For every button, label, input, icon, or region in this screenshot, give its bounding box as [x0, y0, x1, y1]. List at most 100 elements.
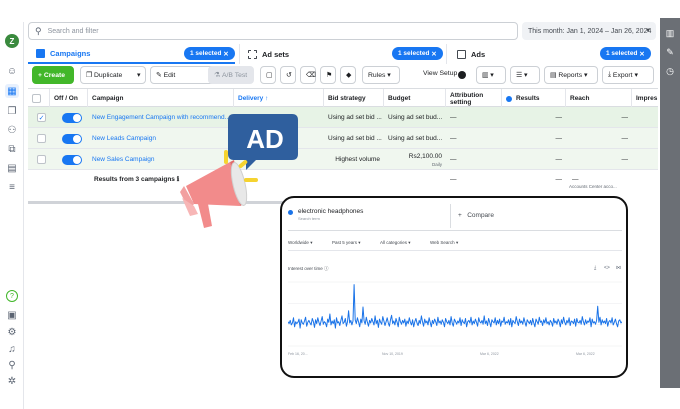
bell-icon[interactable]: ♫	[5, 342, 19, 356]
filter-time[interactable]: Past 5 years ▾	[332, 240, 361, 246]
stack-icon[interactable]: ⧉	[5, 142, 19, 156]
rules-button[interactable]: Rules ▾	[362, 66, 400, 84]
row-select-cell[interactable]	[33, 128, 50, 149]
ad-icon	[457, 49, 466, 59]
attribution: —	[450, 114, 457, 121]
edit-label: Edit	[163, 71, 176, 79]
help-icon[interactable]: ?	[6, 290, 18, 302]
status-toggle-cell[interactable]	[58, 149, 88, 170]
col-budget[interactable]: Budget	[384, 89, 446, 108]
search-term[interactable]: electronic headphones	[288, 208, 363, 215]
account-avatar[interactable]: Z	[5, 34, 19, 48]
reports-button[interactable]: ▤ Reports ▾	[544, 66, 598, 84]
tab-ads[interactable]: Ads 1 selected ✕	[449, 44, 658, 64]
col-results-label: Results	[516, 95, 540, 102]
table-row[interactable]: New Leads Campaign Using ad set bid ... …	[28, 128, 658, 149]
selected-badge[interactable]: 1 selected ✕	[392, 47, 443, 60]
tab-campaigns[interactable]: Campaigns 1 selected ✕	[28, 44, 235, 64]
col-results[interactable]: Results	[502, 89, 566, 108]
megaphone-icon	[180, 160, 248, 228]
clock-icon[interactable]: ◷	[663, 64, 677, 78]
level-tabs: Campaigns 1 selected ✕ Ad sets 1 selecte…	[28, 44, 658, 64]
library-icon[interactable]: ▤	[5, 161, 19, 175]
filter-search-type-label: Web Search	[430, 240, 455, 245]
status-toggle[interactable]	[62, 154, 82, 165]
filter-time-label: Past 5 years	[332, 240, 358, 245]
col-bid-strategy[interactable]: Bid strategy	[324, 89, 384, 108]
table-row[interactable]: New Sales Campaign Highest volume Rs2,10…	[28, 149, 658, 170]
interest-over-time-chart[interactable]	[288, 278, 622, 350]
face-icon[interactable]: ☺	[5, 64, 19, 78]
settings-icon[interactable]: ⚙	[5, 325, 19, 339]
download-icon[interactable]: ⤓	[594, 265, 596, 271]
divider	[288, 250, 622, 251]
attribution: —	[450, 156, 457, 163]
embed-icon[interactable]: <>	[604, 265, 610, 271]
select-all-cell[interactable]	[28, 89, 50, 108]
clipboard-button[interactable]: ▢	[260, 66, 276, 84]
filter-category[interactable]: All categories ▾	[380, 240, 411, 246]
x-axis-label: Mar 6, 2022	[576, 352, 595, 356]
row-checkbox[interactable]: ✓	[37, 113, 46, 122]
tab-label: Ad sets	[262, 49, 290, 59]
search-icon: ⚲	[35, 25, 42, 36]
tag-button[interactable]: ◆	[340, 66, 356, 84]
search-icon[interactable]: ⚲	[5, 358, 19, 372]
table-icon[interactable]: ▦	[5, 84, 19, 98]
selected-badge[interactable]: 1 selected ✕	[184, 47, 235, 60]
duplicate-dropdown[interactable]: ▾	[132, 66, 146, 84]
undo-button[interactable]: ↺	[280, 66, 296, 84]
status-toggle-cell[interactable]	[58, 128, 88, 149]
filter-search-type[interactable]: Web Search ▾	[430, 240, 458, 246]
status-toggle-cell[interactable]	[58, 107, 88, 128]
view-setup-label[interactable]: View Setup	[423, 70, 457, 77]
pencil-icon[interactable]: ✎	[663, 45, 677, 59]
col-off-on[interactable]: Off / On	[50, 89, 88, 108]
select-all-checkbox[interactable]	[32, 94, 41, 103]
pages-icon[interactable]: ❐	[5, 104, 19, 118]
duplicate-label: Duplicate	[93, 71, 123, 79]
create-button[interactable]: + Create	[32, 66, 74, 84]
reports-icon: ▤	[550, 72, 557, 79]
ab-test-button[interactable]: ⚗ A/B Test	[208, 66, 254, 84]
status-toggle[interactable]	[62, 133, 82, 144]
compare-label: Compare	[467, 212, 494, 219]
export-button[interactable]: ⤓ Export ▾	[602, 66, 654, 84]
summary-reach-sub: Accounts Center acco...	[569, 184, 617, 189]
status-toggle[interactable]	[62, 112, 82, 123]
rules-label: Rules	[368, 71, 386, 79]
share-icon[interactable]: ⋈	[616, 265, 621, 271]
row-checkbox[interactable]	[37, 134, 46, 143]
selected-badge[interactable]: 1 selected ✕	[600, 47, 651, 60]
x-axis-label: Nov 10, 2019	[382, 352, 403, 356]
image-icon[interactable]: ▣	[5, 308, 19, 322]
flag-button[interactable]: ⚑	[320, 66, 336, 84]
view-setup-toggle-icon[interactable]	[458, 71, 466, 79]
search-input[interactable]: ⚲ Search and filter	[28, 22, 518, 40]
row-select-cell[interactable]	[33, 149, 50, 170]
row-select-cell[interactable]: ✓	[33, 107, 50, 128]
compare-button[interactable]: + Compare	[458, 212, 494, 219]
tab-ad-sets[interactable]: Ad sets 1 selected ✕	[239, 44, 447, 64]
date-range-picker[interactable]: This month: Jan 1, 2024 – Jan 26, 2024 ▼	[522, 22, 656, 40]
filter-region[interactable]: Worldwide ▾	[288, 240, 312, 246]
menu-icon[interactable]: ≡	[5, 180, 19, 194]
people-icon[interactable]: ⚇	[5, 123, 19, 137]
col-impressions[interactable]: Impres	[632, 89, 658, 108]
columns-button[interactable]: ▥ ▾	[476, 66, 506, 84]
col-reach[interactable]: Reach	[566, 89, 632, 108]
summary-row: Results from 3 campaigns ℹ — — — Account…	[28, 170, 658, 196]
columns-icon: ▥	[482, 72, 489, 79]
delete-button[interactable]: ⌫	[300, 66, 316, 84]
col-campaign[interactable]: Campaign	[88, 89, 234, 108]
breakdown-button[interactable]: ☰ ▾	[510, 66, 540, 84]
chart-icon[interactable]: ▥	[663, 26, 677, 40]
filter-category-label: All categories	[380, 240, 408, 245]
col-attribution[interactable]: Attribution setting	[446, 89, 502, 108]
help-icon[interactable]: ⓘ	[324, 266, 329, 271]
table-row[interactable]: ✓ New Engagement Campaign with recommend…	[28, 107, 658, 128]
row-checkbox[interactable]	[37, 155, 46, 164]
bug-icon[interactable]: ✲	[5, 374, 19, 388]
col-delivery[interactable]: Delivery ↑	[234, 89, 324, 108]
series-line[interactable]	[288, 284, 622, 329]
